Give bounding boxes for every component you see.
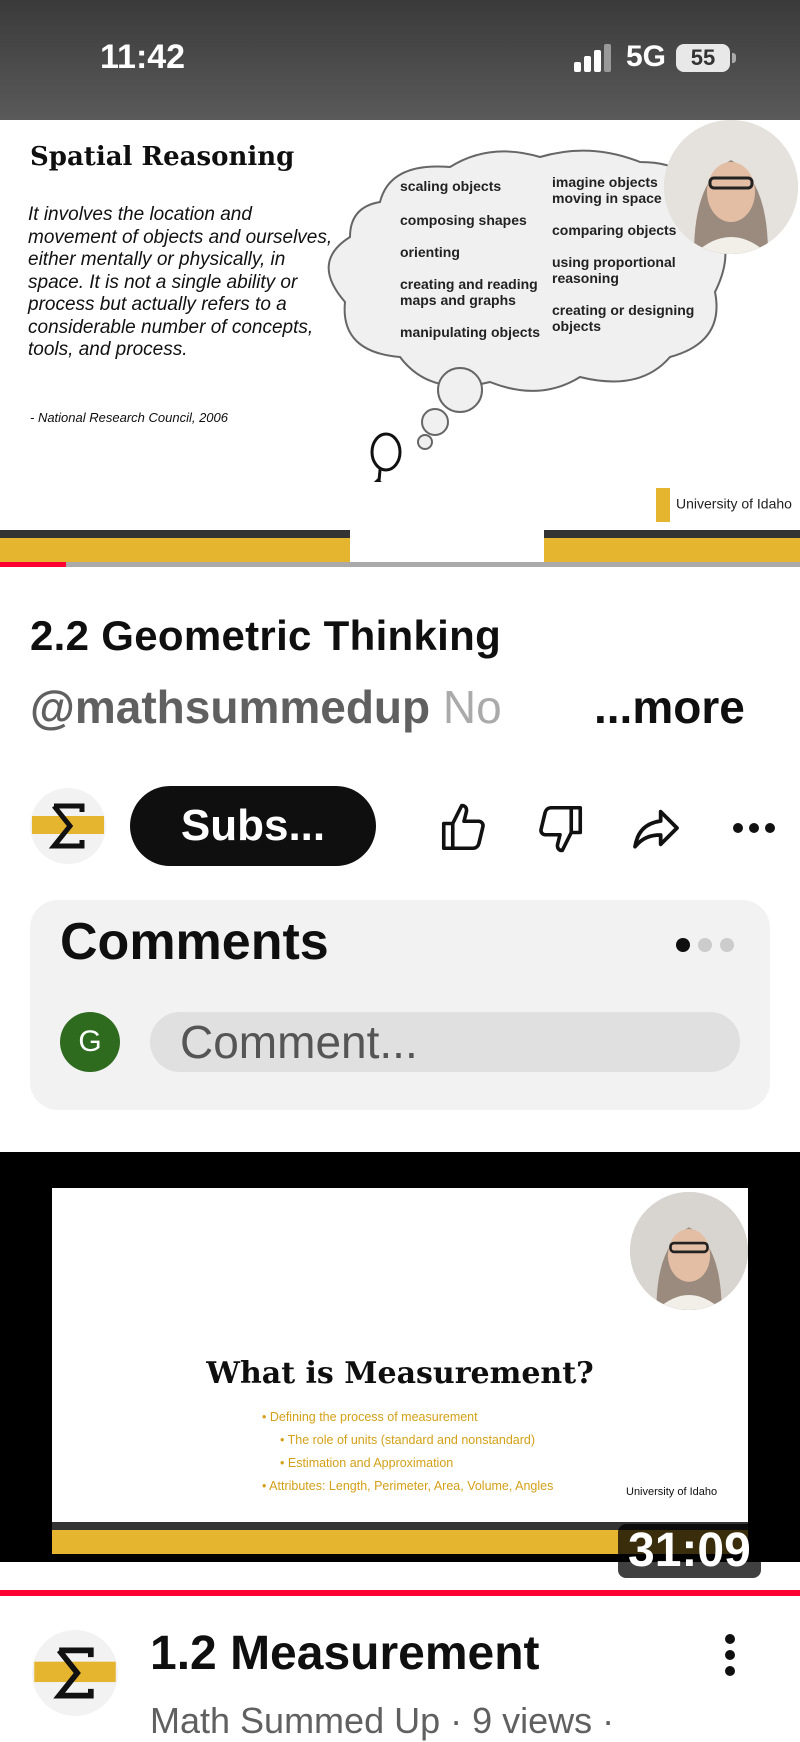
cloud-item: using proportional reasoning bbox=[552, 254, 676, 286]
status-time: 11:42 bbox=[100, 38, 186, 76]
like-icon[interactable] bbox=[434, 798, 494, 858]
bullet-item: • Estimation and Approximation bbox=[280, 1456, 454, 1470]
next-video-info[interactable]: 1.2 Measurement Math Summed Up · 9 views… bbox=[0, 1600, 800, 1741]
cloud-item: imagine objects moving in space bbox=[552, 174, 662, 206]
bullet-item: • Defining the process of measurement bbox=[262, 1410, 478, 1424]
bullet-item: • The role of units (standard and nonsta… bbox=[280, 1433, 536, 1447]
subscribe-button[interactable]: Subs... bbox=[130, 786, 376, 866]
user-avatar: G bbox=[60, 1012, 120, 1072]
sigma-channel-icon[interactable] bbox=[32, 1630, 118, 1716]
cloud-item: comparing objects bbox=[552, 222, 677, 238]
watched-progress bbox=[0, 1590, 800, 1596]
slide-stripe-right bbox=[544, 530, 800, 566]
pager-dot bbox=[720, 938, 734, 952]
share-icon[interactable] bbox=[626, 798, 686, 858]
slide-citation: - National Research Council, 2006 bbox=[30, 410, 228, 425]
next-video-title[interactable]: 1.2 Measurement bbox=[150, 1626, 540, 1681]
cloud-item: creating and reading maps and graphs bbox=[400, 276, 538, 308]
video-details-sheet: 2.2 Geometric Thinking @mathsummedup No … bbox=[0, 570, 800, 1741]
thumbnail-slide-title: What is Measurement? bbox=[206, 1356, 594, 1391]
channel-handle[interactable]: @mathsummedup bbox=[30, 681, 430, 733]
pager-dots bbox=[676, 938, 734, 952]
action-row: Subs... bbox=[0, 776, 800, 876]
presenter-thumbnail bbox=[630, 1192, 748, 1310]
network-label: 5G bbox=[626, 40, 667, 73]
slide-stripe-left bbox=[0, 530, 350, 566]
battery-icon: 55 bbox=[676, 44, 736, 72]
status-bar: 11:42 5G 55 bbox=[0, 0, 800, 120]
thumbnail-slide: What is Measurement? • Defining the proc… bbox=[52, 1188, 748, 1554]
next-video-meta: Math Summed Up · 9 views · bbox=[150, 1700, 615, 1741]
slide-quote: It involves the location and movement of… bbox=[28, 204, 333, 360]
progress-fill bbox=[0, 562, 66, 567]
duration-badge: 31:09 bbox=[618, 1524, 761, 1578]
more-link[interactable]: ...more bbox=[584, 680, 745, 734]
university-logo: University of Idaho bbox=[656, 488, 792, 522]
video-title[interactable]: 2.2 Geometric Thinking bbox=[30, 612, 501, 660]
playback-progress[interactable] bbox=[0, 562, 800, 567]
pager-dot bbox=[676, 938, 690, 952]
comments-title: Comments bbox=[60, 913, 329, 971]
description-line[interactable]: @mathsummedup No bbox=[30, 680, 502, 734]
thumbnail-logo: University of Idaho bbox=[626, 1486, 718, 1498]
next-video-thumbnail[interactable]: What is Measurement? • Defining the proc… bbox=[0, 1152, 800, 1578]
comments-panel[interactable]: Comments G Comment... bbox=[30, 900, 770, 1110]
dislike-icon[interactable] bbox=[530, 798, 590, 858]
more-icon[interactable] bbox=[724, 798, 784, 858]
pager-dot bbox=[698, 938, 712, 952]
video-player[interactable]: Spatial Reasoning It involves the locati… bbox=[0, 120, 800, 566]
presenter-video bbox=[664, 120, 798, 254]
bullet-item: • Attributes: Length, Perimeter, Area, V… bbox=[262, 1479, 554, 1493]
cloud-item: composing shapes bbox=[400, 212, 527, 228]
kebab-menu-icon[interactable] bbox=[710, 1630, 750, 1690]
cloud-item: creating or designing objects bbox=[552, 302, 695, 334]
thumbnail-bullets: • Defining the process of measurement • … bbox=[262, 1406, 553, 1498]
logo-text: University of Idaho bbox=[676, 495, 792, 512]
description-preview: No bbox=[442, 681, 502, 733]
comment-input[interactable]: Comment... bbox=[150, 1012, 740, 1072]
sigma-channel-icon[interactable] bbox=[30, 788, 106, 864]
signal-icon bbox=[574, 44, 611, 72]
cloud-item: scaling objects bbox=[400, 178, 502, 194]
cloud-item: manipulating objects bbox=[400, 324, 541, 340]
cloud-item: orienting bbox=[400, 244, 460, 260]
slide-title: Spatial Reasoning bbox=[30, 142, 295, 172]
